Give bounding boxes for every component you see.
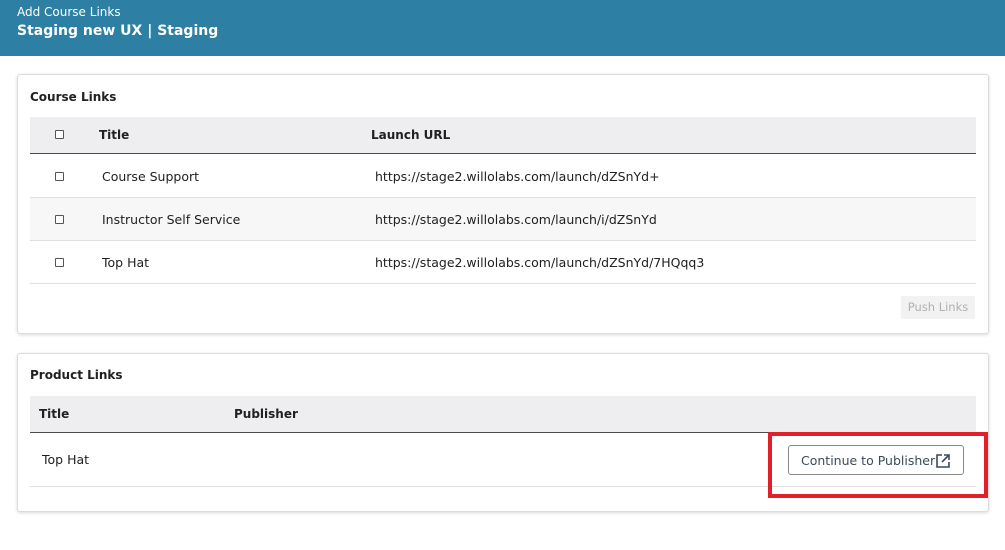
row-launch-url: https://stage2.willolabs.com/launch/dZSn… [375, 255, 705, 270]
product-links-card: Product Links Title Publisher Top Hat Co… [17, 353, 989, 512]
row-title: Top Hat [102, 255, 150, 270]
column-header-publisher[interactable]: Publisher [234, 407, 298, 421]
continue-to-publisher-button[interactable]: Continue to Publisher [788, 445, 964, 475]
row-checkbox[interactable] [55, 258, 64, 267]
row-checkbox[interactable] [55, 215, 64, 224]
row-title: Instructor Self Service [102, 212, 241, 227]
column-header-launch-url[interactable]: Launch URL [371, 128, 450, 142]
column-header-title[interactable]: Title [39, 407, 69, 421]
external-link-icon [935, 453, 951, 469]
course-links-title: Course Links [30, 90, 117, 104]
push-links-button[interactable]: Push Links [901, 296, 975, 319]
header-subtitle: Add Course Links [17, 5, 121, 19]
continue-button-label: Continue to Publisher [801, 453, 936, 468]
column-header-title[interactable]: Title [99, 128, 129, 142]
product-links-table-header: Title Publisher [30, 396, 976, 433]
row-launch-url: https://stage2.willolabs.com/launch/dZSn… [375, 169, 660, 184]
product-links-title: Product Links [30, 368, 123, 382]
select-all-checkbox[interactable] [55, 130, 64, 139]
row-checkbox[interactable] [55, 172, 64, 181]
table-row: Top Hat https://stage2.willolabs.com/lau… [30, 241, 976, 284]
course-links-card: Course Links Title Launch URL Course Sup… [17, 74, 989, 334]
row-launch-url: https://stage2.willolabs.com/launch/i/dZ… [375, 212, 657, 227]
course-links-table-header: Title Launch URL [30, 117, 976, 154]
table-row: Instructor Self Service https://stage2.w… [30, 198, 976, 241]
row-title: Course Support [102, 169, 200, 184]
page-header: Add Course Links Staging new UX | Stagin… [0, 0, 1005, 56]
header-title: Staging new UX | Staging [17, 23, 219, 39]
table-row: Course Support https://stage2.willolabs.… [30, 155, 976, 198]
row-title: Top Hat [42, 452, 90, 467]
